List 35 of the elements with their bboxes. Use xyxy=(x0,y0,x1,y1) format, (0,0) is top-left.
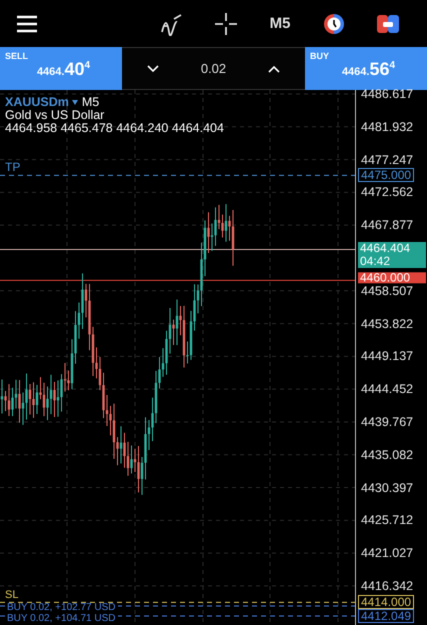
take-profit-label: TP xyxy=(5,160,20,174)
price-tag: 4412.049 xyxy=(358,608,414,623)
axis-label: 4444.452 xyxy=(361,382,414,396)
axis-label: 4481.932 xyxy=(361,120,414,134)
symbol-description: Gold vs US Dollar xyxy=(5,109,106,122)
chevron-up-icon xyxy=(268,64,280,72)
price-tag: 4475.000 xyxy=(358,168,414,182)
ohlc-values: 4464.958 4465.478 4464.240 4464.404 xyxy=(5,122,224,135)
dropdown-icon[interactable] xyxy=(72,100,78,106)
timeframe-button[interactable]: M5 xyxy=(253,14,307,33)
axis-label: 4449.137 xyxy=(361,349,414,364)
chevron-down-icon xyxy=(147,64,160,72)
price-tag: 4460.000 xyxy=(358,272,426,284)
axis-label: 4458.507 xyxy=(361,284,414,298)
axis-label: 4472.562 xyxy=(361,185,414,200)
axis-label: 4425.712 xyxy=(361,513,414,528)
symbol-label[interactable]: XAUUSDm xyxy=(5,95,69,109)
axis-label: 4416.342 xyxy=(361,578,414,593)
axis-label: 4453.822 xyxy=(361,316,414,331)
sell-button[interactable]: SELL 4464.40$^{4}$ xyxy=(0,47,122,90)
stop-loss-label: SL xyxy=(5,589,18,602)
axis-label: 4486.617 xyxy=(361,87,414,101)
buy-button[interactable]: BUY 4464.56$^{4}$ xyxy=(305,47,427,90)
timeframe-label: M5 xyxy=(82,95,100,109)
volume-value: 0.02 xyxy=(200,61,226,76)
axis-label: 4421.027 xyxy=(361,546,414,560)
price-tag: 4464.404 04:42 xyxy=(358,242,426,268)
axis-label: 4467.877 xyxy=(361,218,414,232)
position-label: BUY 0.02, +102.77 USD xyxy=(5,603,118,613)
price-tag: 4414.000 xyxy=(358,595,414,610)
position-label: BUY 0.02, +104.71 USD xyxy=(5,614,118,624)
axis-label: 4477.247 xyxy=(361,152,414,167)
axis-label: 4439.767 xyxy=(361,414,414,429)
axis-label: 4430.397 xyxy=(361,480,414,495)
axis-label: 4435.082 xyxy=(361,448,414,462)
